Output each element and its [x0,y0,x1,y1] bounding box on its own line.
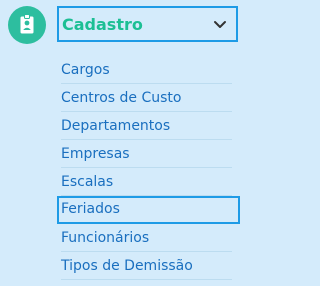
divider [61,111,232,112]
menu-item-tipos-de-demissao[interactable]: Tipos de Demissão [57,253,232,281]
menu-item-label: Tipos de Demissão [61,258,193,274]
menu-item-centros-de-custo[interactable]: Centros de Custo [57,85,232,113]
menu-section-title: Cadastro [62,15,143,34]
menu-item-label: Funcionários [61,230,150,246]
menu-item-cargos[interactable]: Cargos [57,57,232,85]
divider [61,167,232,168]
menu-item-empresas[interactable]: Empresas [57,141,232,169]
sidebar-menu-section: Cadastro Cargos Centros de Custo Departa… [0,0,249,286]
menu-item-escalas[interactable]: Escalas [57,169,232,197]
menu-item-label: Feriados [61,201,120,217]
cadastro-menu-toggle[interactable]: Cadastro [57,6,238,42]
menu-item-funcionarios[interactable]: Funcionários [57,225,232,253]
divider [61,83,232,84]
menu-item-label: Departamentos [61,118,171,134]
menu-item-label: Empresas [61,146,130,162]
divider [61,139,232,140]
menu-item-feriados[interactable]: Feriados [57,196,240,224]
id-badge-icon [8,6,46,44]
divider [61,279,232,280]
menu-item-label: Centros de Custo [61,90,182,106]
menu-item-label: Escalas [61,174,114,190]
chevron-down-icon [214,21,226,28]
menu-item-departamentos[interactable]: Departamentos [57,113,232,141]
menu-item-label: Cargos [61,62,110,78]
divider [61,251,232,252]
